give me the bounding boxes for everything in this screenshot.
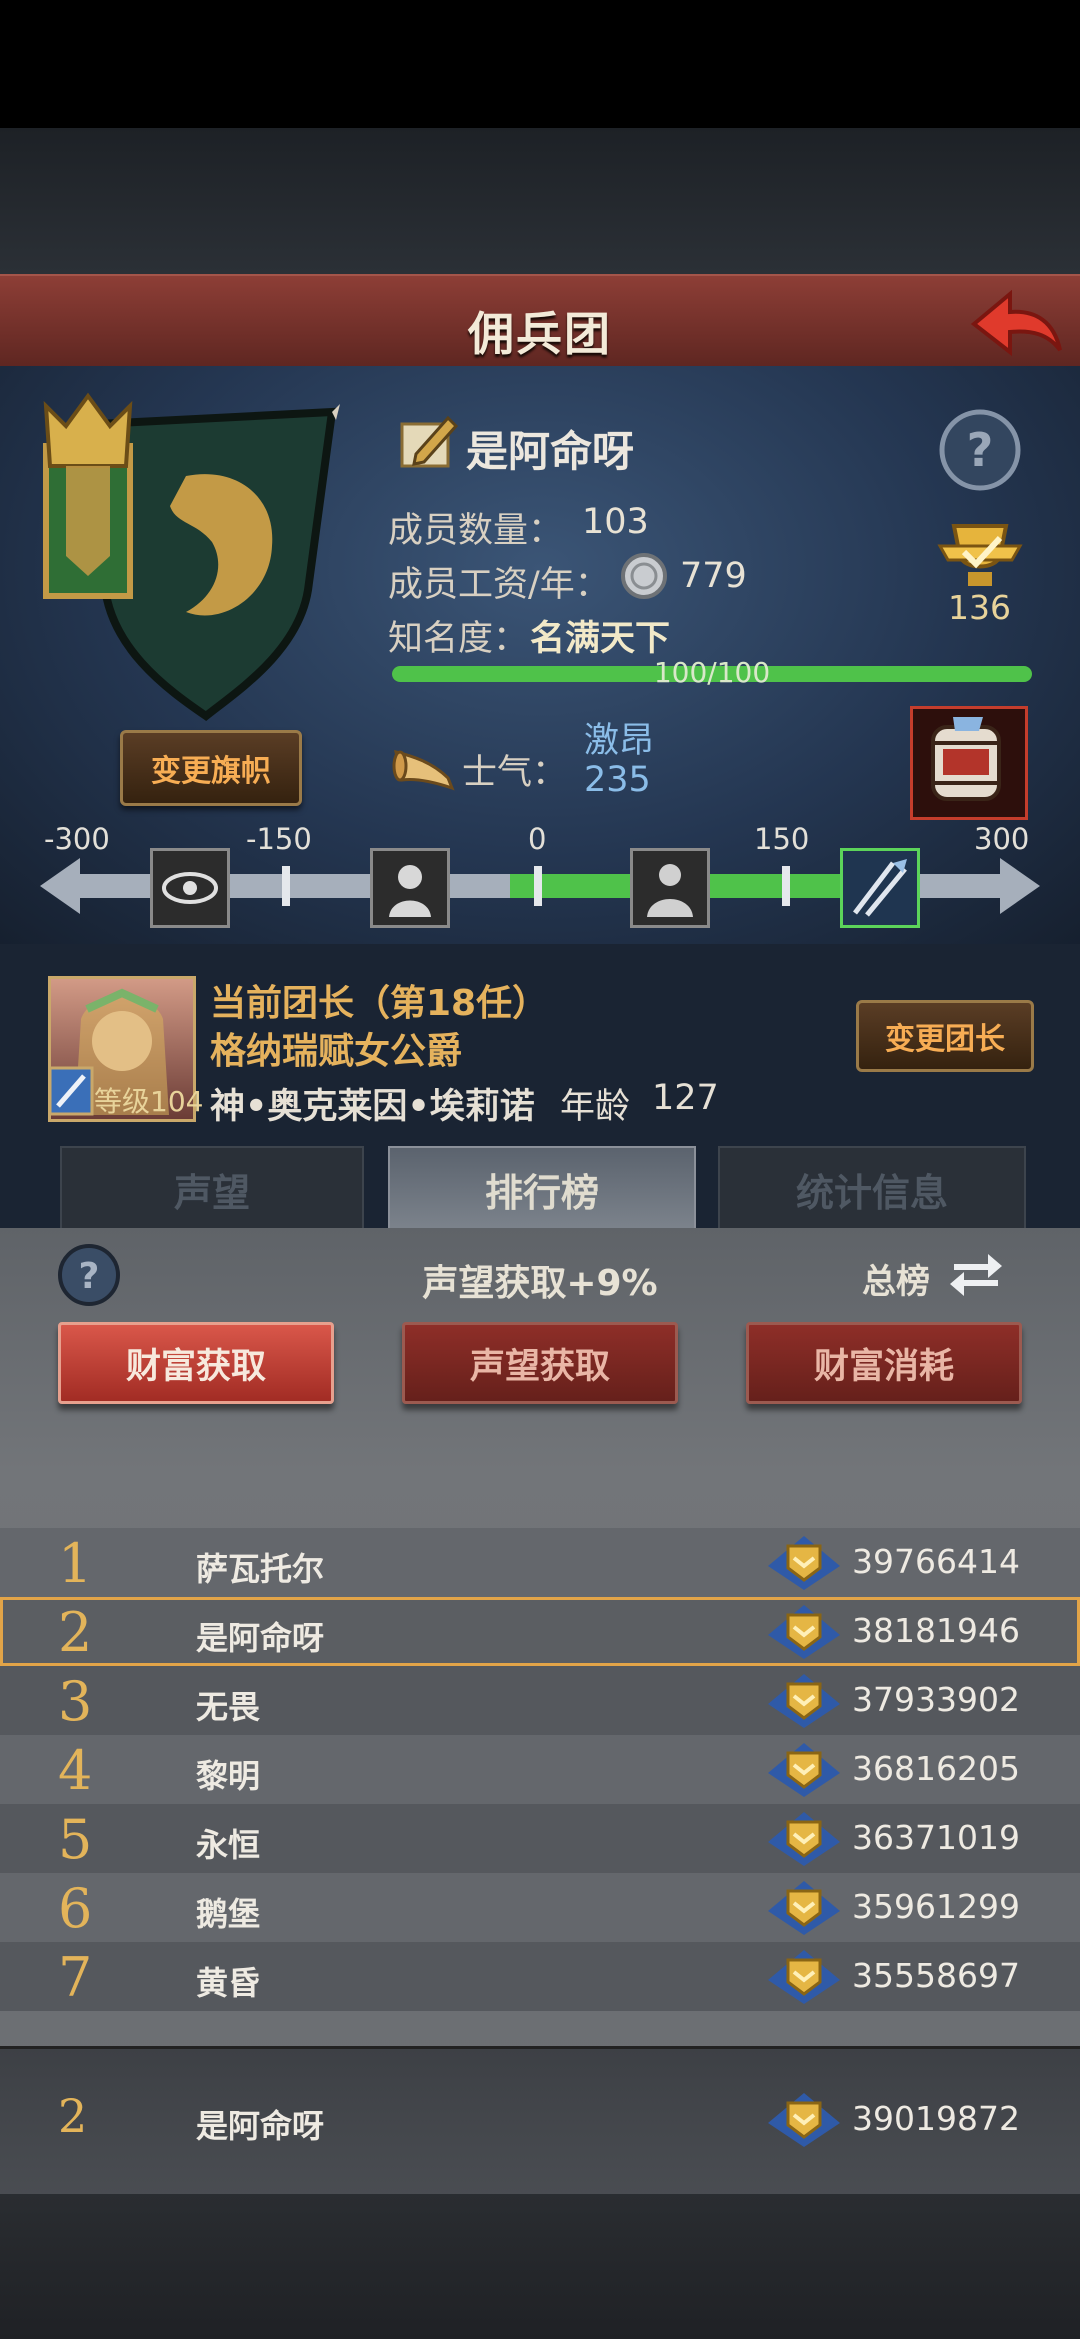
rank-number: 5 bbox=[58, 1808, 93, 1871]
gold-shield-icon bbox=[768, 1605, 840, 1659]
rank-list: 1 萨瓦托尔 39766414 2 是阿命呀 38181946 3 无畏 379… bbox=[0, 1528, 1080, 2068]
rank-number: 7 bbox=[58, 1946, 93, 2009]
change-banner-button[interactable]: 变更旗帜 bbox=[120, 730, 302, 806]
rank-number: 3 bbox=[58, 1670, 93, 1733]
guild-banner-emblem bbox=[43, 392, 340, 721]
leader-title: 当前团长（第18任） bbox=[210, 983, 549, 1024]
rank-number: 6 bbox=[58, 1877, 93, 1940]
total-ranking-label[interactable]: 总榜 bbox=[862, 1254, 930, 1303]
morale-value: 235 bbox=[584, 760, 651, 800]
morale-eye-icon[interactable] bbox=[150, 848, 230, 928]
morale-calm-icon[interactable] bbox=[630, 848, 710, 928]
rank-guild-name: 无畏 bbox=[196, 1688, 261, 1726]
rank-value: 36816205 bbox=[852, 1749, 1020, 1788]
leader-level: 等级104 bbox=[94, 1085, 204, 1118]
page-title: 佣兵团 bbox=[468, 307, 612, 361]
trophy-count: 136 bbox=[948, 588, 1011, 627]
gold-shield-icon bbox=[768, 1674, 840, 1728]
morale-despair-icon[interactable] bbox=[370, 848, 450, 928]
rank-value: 39766414 bbox=[852, 1542, 1020, 1581]
morale-tick: 0 bbox=[528, 822, 547, 856]
gold-shield-icon bbox=[768, 2093, 840, 2147]
rank-value: 35961299 bbox=[852, 1887, 1020, 1926]
leader-name: 格纳瑞赋女公爵 bbox=[210, 1031, 463, 1072]
edit-name-icon[interactable] bbox=[396, 410, 460, 474]
silver-coin-icon bbox=[621, 553, 667, 599]
help-icon[interactable]: ? bbox=[936, 406, 1024, 494]
morale-state: 激昂 bbox=[584, 721, 655, 761]
rank-row[interactable]: 5 永恒 36371019 bbox=[0, 1804, 1080, 1873]
background-band bbox=[0, 128, 1080, 274]
rank-guild-name: 鹅堡 bbox=[196, 1895, 261, 1933]
rank-number: 4 bbox=[58, 1739, 93, 1802]
self-rank-value: 39019872 bbox=[852, 2099, 1020, 2138]
back-arrow-icon[interactable] bbox=[966, 284, 1066, 364]
fame-label: 知名度： bbox=[388, 619, 529, 659]
morale-tick: 150 bbox=[754, 822, 810, 856]
tab-leaderboard[interactable]: 排行榜 bbox=[388, 1146, 696, 1232]
morale-label: 士气： bbox=[462, 753, 568, 793]
rank-guild-name: 永恒 bbox=[196, 1826, 261, 1864]
self-rank-number: 2 bbox=[58, 2089, 88, 2143]
title-bar: 佣兵团 bbox=[0, 274, 1080, 371]
svg-text:?: ? bbox=[967, 423, 994, 477]
rank-value: 38181946 bbox=[852, 1611, 1020, 1650]
bottom-frame bbox=[0, 2194, 1080, 2339]
wage-value: 779 bbox=[680, 556, 747, 596]
self-rank-bar[interactable]: 2 是阿命呀 39019872 bbox=[0, 2046, 1080, 2197]
rank-guild-name: 是阿命呀 bbox=[196, 1619, 325, 1657]
guild-info-panel: 变更旗帜 是阿命呀 ? 成员数量： 103 成员工资/年： 779 知名度： 名… bbox=[0, 366, 1080, 944]
members-label: 成员数量： bbox=[388, 511, 564, 551]
wage-label: 成员工资/年： bbox=[388, 565, 610, 605]
gold-shield-icon bbox=[768, 1536, 840, 1590]
rank-value: 35558697 bbox=[852, 1956, 1020, 1995]
morale-tick: -300 bbox=[44, 822, 110, 856]
sword-level-icon bbox=[48, 1066, 94, 1116]
supply-barrel-button[interactable] bbox=[910, 706, 1028, 820]
gold-shield-icon bbox=[768, 1881, 840, 1935]
rank-row[interactable]: 6 鹅堡 35961299 bbox=[0, 1873, 1080, 1942]
rank-row[interactable]: 1 萨瓦托尔 39766414 bbox=[0, 1528, 1080, 1597]
rank-row-self[interactable]: 2 是阿命呀 38181946 bbox=[0, 1597, 1080, 1666]
self-guild-name: 是阿命呀 bbox=[196, 2107, 325, 2145]
guild-name: 是阿命呀 bbox=[466, 427, 635, 476]
tab-statistics[interactable]: 统计信息 bbox=[718, 1146, 1026, 1232]
status-bar-area bbox=[0, 0, 1080, 128]
trophy-icon bbox=[937, 524, 1023, 586]
morale-tick: -150 bbox=[246, 822, 312, 856]
tab-reputation[interactable]: 声望 bbox=[60, 1146, 364, 1232]
gold-shield-icon bbox=[768, 1950, 840, 2004]
gold-shield-icon bbox=[768, 1812, 840, 1866]
rank-guild-name: 黎明 bbox=[196, 1757, 261, 1795]
rank-number: 1 bbox=[58, 1532, 93, 1595]
sub-tab-wealth-gain[interactable]: 财富获取 bbox=[58, 1322, 334, 1404]
rank-row[interactable]: 4 黎明 36816205 bbox=[0, 1735, 1080, 1804]
switch-arrows-icon[interactable] bbox=[948, 1244, 1004, 1300]
rank-number: 2 bbox=[58, 1601, 93, 1664]
morale-tick: 300 bbox=[974, 822, 1030, 856]
barrel-icon bbox=[931, 717, 1001, 801]
morale-inspired-icon[interactable] bbox=[840, 848, 920, 928]
rank-row[interactable]: 7 黄昏 35558697 bbox=[0, 1942, 1080, 2011]
horn-icon bbox=[392, 749, 455, 791]
rank-value: 36371019 bbox=[852, 1818, 1020, 1857]
change-leader-button[interactable]: 变更团长 bbox=[856, 1000, 1034, 1072]
rank-value: 37933902 bbox=[852, 1680, 1020, 1719]
sub-tab-wealth-spent[interactable]: 财富消耗 bbox=[746, 1322, 1022, 1404]
age-value: 127 bbox=[652, 1078, 719, 1118]
rank-guild-name: 萨瓦托尔 bbox=[196, 1550, 325, 1588]
gold-shield-icon bbox=[768, 1743, 840, 1797]
morale-scale: -300 -150 0 150 300 bbox=[40, 822, 1040, 942]
fame-value: 名满天下 bbox=[530, 619, 671, 659]
age-label: 年龄 bbox=[560, 1087, 631, 1127]
leader-full-name: 神•奥克莱因•埃莉诺 bbox=[210, 1087, 535, 1127]
fame-progress-text: 100/100 bbox=[653, 656, 771, 689]
rank-guild-name: 黄昏 bbox=[196, 1964, 261, 2002]
sub-tab-reputation-gain[interactable]: 声望获取 bbox=[402, 1322, 678, 1404]
members-value: 103 bbox=[582, 502, 649, 542]
rank-row[interactable]: 3 无畏 37933902 bbox=[0, 1666, 1080, 1735]
